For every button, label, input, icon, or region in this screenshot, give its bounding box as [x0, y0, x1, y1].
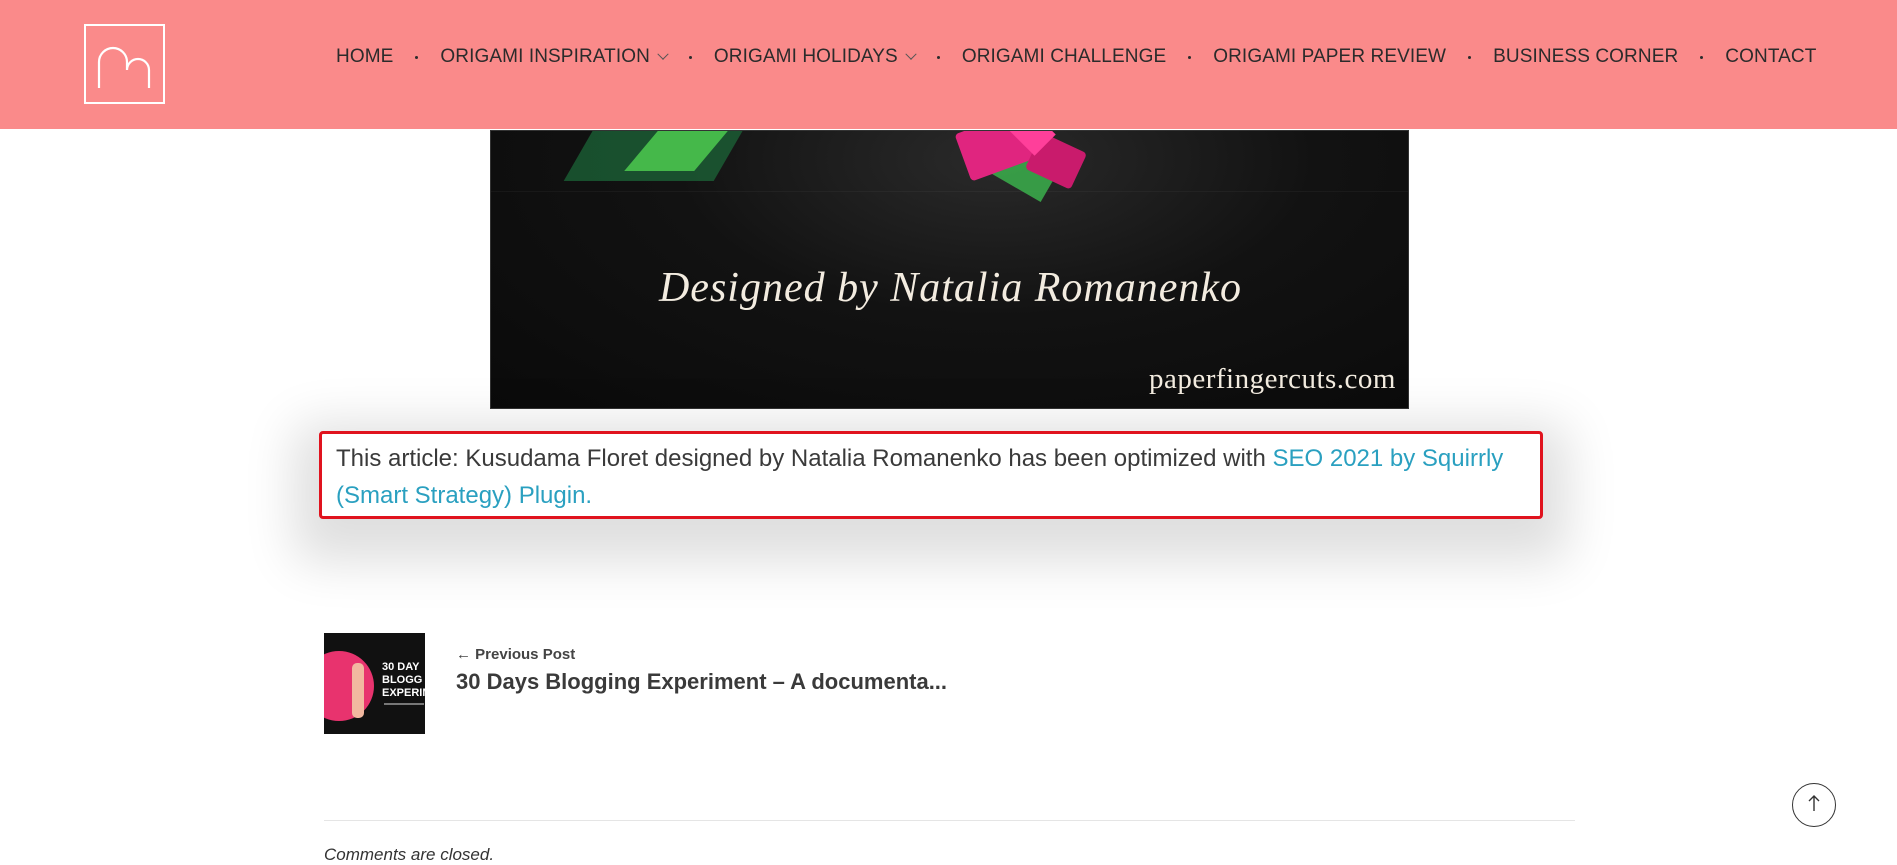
- nav-item-origami-paper-review[interactable]: ORIGAMI PAPER REVIEW: [1213, 46, 1446, 68]
- thumbnail-figure: [352, 663, 364, 718]
- nav-item-label: BUSINESS CORNER: [1493, 46, 1679, 67]
- thumbnail-text-line: BLOGG: [382, 674, 423, 686]
- logo-m-icon[interactable]: [84, 24, 165, 104]
- comments-status: Comments are closed.: [324, 845, 495, 864]
- nav-item-label: ORIGAMI CHALLENGE: [961, 46, 1167, 67]
- nav-item-business-corner[interactable]: BUSINESS CORNER: [1493, 46, 1678, 68]
- nav-separator: [415, 55, 419, 59]
- main-navigation: HOME ORIGAMI INSPIRATION ORIGAMI HOLIDAY…: [336, 46, 1816, 68]
- chevron-down-icon[interactable]: [905, 48, 917, 60]
- hero-caption: Designed by Natalia Romanenko: [658, 265, 1243, 311]
- nav-item-label: CONTACT: [1725, 46, 1817, 67]
- previous-post-thumbnail[interactable]: 30 DAY BLOGG EXPERIM: [324, 633, 425, 734]
- nav-separator: [936, 55, 940, 59]
- site-header: HOME ORIGAMI INSPIRATION ORIGAMI HOLIDAY…: [0, 0, 1897, 129]
- nav-item-origami-inspiration[interactable]: ORIGAMI INSPIRATION: [440, 46, 669, 68]
- hero-surface-line: [491, 191, 1408, 192]
- nav-item-label: ORIGAMI PAPER REVIEW: [1213, 46, 1447, 67]
- nav-separator: [1188, 55, 1192, 59]
- previous-post-text: ← Previous Post 30 Days Blogging Experim…: [456, 646, 947, 695]
- chevron-down-icon[interactable]: [657, 48, 669, 60]
- thumbnail-subtitle-bar: [384, 703, 424, 705]
- thumbnail-text-line: 30 DAY: [382, 661, 420, 673]
- thumbnail-circle: [324, 651, 374, 721]
- nav-separator: [1468, 55, 1472, 59]
- comments-divider: [324, 820, 1575, 821]
- seo-notice: This article: Kusudama Floret designed b…: [319, 431, 1543, 519]
- nav-item-label: ORIGAMI INSPIRATION: [440, 46, 650, 67]
- previous-post-title[interactable]: 30 Days Blogging Experiment – A document…: [456, 669, 947, 695]
- nav-item-origami-challenge[interactable]: ORIGAMI CHALLENGE: [962, 46, 1166, 68]
- scroll-to-top-button[interactable]: [1792, 783, 1836, 827]
- nav-item-contact[interactable]: CONTACT: [1725, 46, 1816, 68]
- thumbnail-text: 30 DAY BLOGG EXPERIM: [382, 661, 425, 700]
- nav-separator: [1700, 55, 1704, 59]
- nav-item-home[interactable]: HOME: [336, 46, 393, 68]
- nav-item-label: ORIGAMI HOLIDAYS: [713, 46, 898, 67]
- thumbnail-text-line: EXPERIM: [382, 687, 425, 699]
- previous-post-label: ← Previous Post: [456, 646, 576, 663]
- arrow-up-icon: [1807, 794, 1821, 817]
- nav-item-origami-holidays[interactable]: ORIGAMI HOLIDAYS: [713, 46, 917, 68]
- hero-image: Designed by Natalia Romanenko paperfinge…: [490, 130, 1409, 409]
- hero-watermark: paperfingercuts.com: [1148, 363, 1396, 395]
- nav-item-label: HOME: [336, 46, 394, 67]
- nav-separator: [688, 55, 692, 59]
- previous-post-nav[interactable]: 30 DAY BLOGG EXPERIM ← Previous Post 30 …: [324, 633, 947, 734]
- seo-notice-text: This article: Kusudama Floret designed b…: [336, 445, 1273, 472]
